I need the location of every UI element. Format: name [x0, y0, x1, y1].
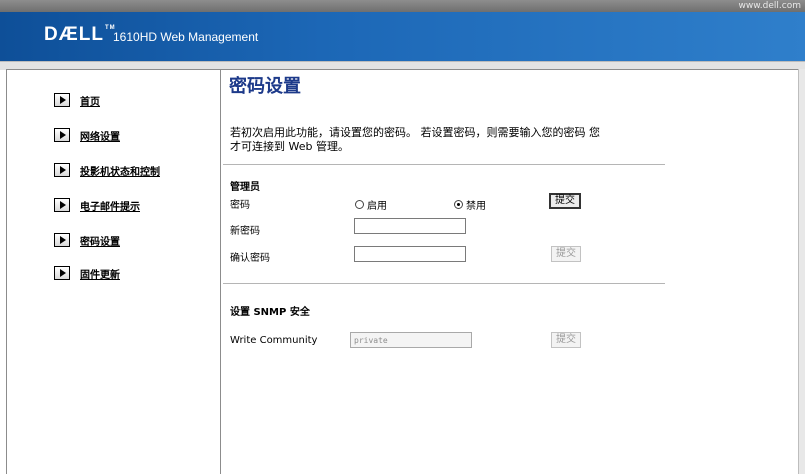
sidebar-item-projector-status[interactable]: 投影机状态和控制	[54, 161, 160, 179]
logo-text: DÆLL	[44, 24, 104, 45]
divider	[223, 164, 665, 165]
radio-checked-icon[interactable]	[454, 200, 463, 209]
scrollbar[interactable]	[798, 69, 805, 474]
snmp-section-title: 设置 SNMP 安全	[230, 307, 310, 318]
enable-radio[interactable]: 启用	[355, 197, 387, 212]
sidebar-item-password[interactable]: 密码设置	[54, 231, 120, 249]
sidebar-item-label[interactable]: 电子邮件提示	[80, 198, 140, 213]
sidebar-item-label[interactable]: 投影机状态和控制	[80, 163, 160, 178]
sidebar-item-email-alert[interactable]: 电子邮件提示	[54, 196, 140, 214]
new-password-label: 新密码	[230, 226, 260, 237]
arrow-right-icon	[54, 198, 70, 212]
arrow-right-icon	[54, 233, 70, 247]
top-strip: www.dell.com	[0, 0, 805, 12]
sidebar-item-label[interactable]: 密码设置	[80, 233, 120, 248]
disable-radio-label: 禁用	[466, 201, 486, 212]
new-password-field[interactable]	[354, 218, 466, 234]
sidebar-item-label[interactable]: 固件更新	[80, 266, 120, 281]
arrow-right-icon	[54, 266, 70, 280]
sidebar-item-label[interactable]: 首页	[80, 93, 100, 108]
password-label: 密码	[230, 200, 250, 211]
write-community-label: Write Community	[230, 335, 318, 346]
enable-radio-label: 启用	[367, 201, 387, 212]
intro-text: 若初次启用此功能，请设置您的密码。 若设置密码，则需要输入您的密码 您 才可连接…	[230, 126, 690, 154]
arrow-right-icon	[54, 93, 70, 107]
app-title: 1610HD Web Management	[113, 30, 259, 44]
write-community-field[interactable]	[350, 332, 472, 348]
divider	[223, 283, 665, 284]
sidebar-item-firmware[interactable]: 固件更新	[54, 264, 120, 282]
page-title: 密码设置	[229, 76, 301, 97]
password-submit-button[interactable]: 提交	[549, 193, 581, 209]
confirm-password-label: 确认密码	[230, 253, 270, 264]
disable-radio[interactable]: 禁用	[454, 197, 486, 212]
arrow-right-icon	[54, 128, 70, 142]
intro-line-2: 才可连接到 Web 管理。	[230, 140, 349, 153]
sidebar-item-home[interactable]: 首页	[54, 91, 100, 109]
intro-line-1: 若初次启用此功能，请设置您的密码。 若设置密码，则需要输入您的密码 您	[230, 126, 600, 139]
dell-logo: DÆLLTM	[44, 24, 116, 46]
radio-unchecked-icon[interactable]	[355, 200, 364, 209]
arrow-right-icon	[54, 163, 70, 177]
snmp-submit-button[interactable]: 提交	[551, 332, 581, 348]
confirm-password-field[interactable]	[354, 246, 466, 262]
admin-section-title: 管理员	[230, 182, 260, 193]
site-url: www.dell.com	[738, 1, 801, 11]
sidebar-item-network[interactable]: 网络设置	[54, 126, 120, 144]
sidebar-item-label[interactable]: 网络设置	[80, 128, 120, 143]
confirm-submit-button[interactable]: 提交	[551, 246, 581, 262]
